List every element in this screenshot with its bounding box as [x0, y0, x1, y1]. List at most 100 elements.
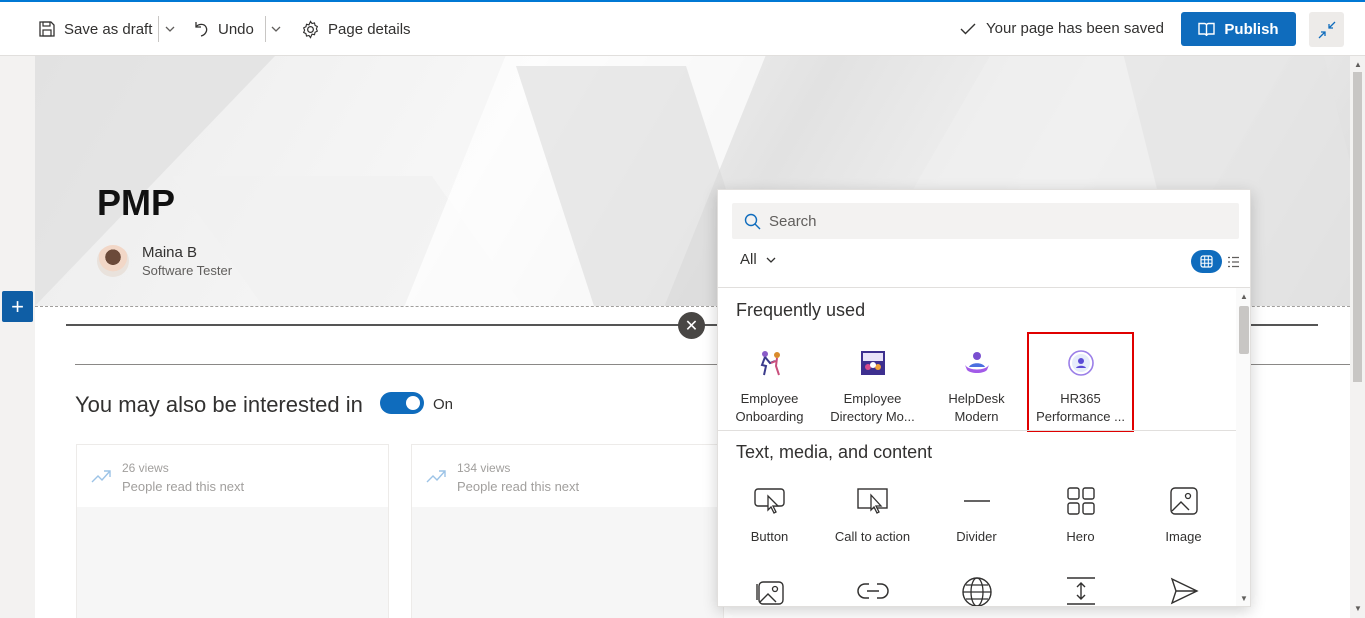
checkmark-icon — [960, 23, 976, 34]
frequently-used-heading: Frequently used — [736, 300, 866, 320]
scroll-down-arrow[interactable]: ▼ — [1354, 604, 1362, 613]
undo-options-chevron[interactable] — [269, 19, 283, 39]
category-filter-value: All — [740, 251, 757, 268]
separator — [158, 16, 159, 42]
add-section-button[interactable]: + — [2, 291, 33, 322]
card-caption: People read this next — [122, 479, 245, 494]
scroll-up-arrow[interactable]: ▲ — [1354, 60, 1362, 69]
webpart-employee-directory[interactable]: Employee Directory Mo... — [821, 340, 924, 426]
webpart-spacer[interactable] — [1029, 576, 1132, 606]
image-icon — [1169, 487, 1198, 515]
globe-icon — [961, 577, 992, 606]
save-as-draft-label: Save as draft — [64, 20, 153, 38]
webpart-divider[interactable]: Divider — [925, 478, 1028, 546]
card-caption: People read this next — [457, 479, 580, 494]
publish-button[interactable]: Publish — [1181, 12, 1296, 46]
toolbox-scrollbar[interactable]: ▲ ▼ — [1236, 288, 1250, 606]
toggle-knob — [406, 396, 420, 410]
section-divider — [718, 430, 1236, 431]
image-gallery-icon — [755, 581, 784, 605]
separator — [265, 16, 266, 42]
command-bar: Save as draft Undo Page details Your pag… — [0, 0, 1365, 56]
list-icon — [1227, 256, 1239, 267]
grid-icon — [1200, 255, 1213, 268]
scroll-thumb[interactable] — [1353, 72, 1362, 382]
close-toolbox-button[interactable]: ✕ — [678, 312, 705, 339]
webpart-label: Button — [750, 529, 789, 544]
save-status-text: Your page has been saved — [986, 20, 1164, 37]
view-toggle — [1191, 250, 1242, 273]
webpart-label: HR365 Performance ... — [1036, 391, 1125, 424]
chevron-down-icon — [766, 257, 776, 263]
employee-onboarding-icon — [760, 351, 780, 376]
webpart-button[interactable]: Button — [718, 478, 821, 546]
undo-label: Undo — [218, 20, 254, 38]
employee-directory-icon — [860, 351, 885, 375]
undo-icon — [195, 22, 208, 37]
author-name: Maina B — [142, 244, 198, 261]
page-scrollbar[interactable]: ▲ ▼ — [1350, 56, 1365, 618]
trending-icon — [91, 470, 111, 483]
related-card[interactable]: 26 views People read this next — [76, 444, 389, 618]
related-toggle-label: On — [433, 396, 454, 413]
hr365-performance-icon — [1067, 350, 1094, 376]
divider-icon — [963, 500, 990, 502]
card-views: 134 views — [457, 461, 511, 475]
card-preview — [77, 507, 388, 618]
webpart-hr365-performance[interactable]: HR365 Performance ... — [1027, 332, 1134, 432]
helpdesk-icon — [964, 352, 989, 373]
trending-icon — [426, 470, 446, 483]
book-open-icon — [1198, 22, 1216, 36]
webpart-stream[interactable] — [1132, 576, 1235, 606]
spacer-icon — [1066, 577, 1095, 605]
collapse-button[interactable] — [1309, 12, 1344, 47]
chevron-down-icon — [271, 26, 281, 32]
scroll-up-arrow[interactable]: ▲ — [1240, 292, 1248, 301]
search-input[interactable] — [769, 212, 1209, 230]
gear-icon — [302, 19, 319, 39]
list-view-button[interactable] — [1224, 250, 1242, 273]
link-icon — [856, 583, 889, 599]
webpart-label: Employee Onboarding — [735, 391, 804, 424]
webpart-label: HelpDesk Modern — [948, 391, 1005, 424]
collapse-icon — [1318, 21, 1335, 38]
related-toggle[interactable] — [380, 392, 424, 414]
webpart-toolbox: All Frequently used EmployeeOnboarding E… — [717, 189, 1251, 607]
author-byline: Maina B Software Tester — [97, 244, 232, 278]
toolbox-search[interactable] — [732, 203, 1239, 239]
webpart-call-to-action[interactable]: Call to action — [821, 478, 924, 546]
search-icon — [744, 213, 761, 229]
webpart-label: Divider — [956, 529, 997, 544]
scroll-down-arrow[interactable]: ▼ — [1240, 594, 1248, 603]
toolbox-content: Frequently used Employee Onboarding Emplo… — [718, 288, 1236, 606]
webpart-link[interactable] — [821, 576, 924, 606]
webpart-hero[interactable]: Hero — [1029, 478, 1132, 546]
scroll-thumb[interactable] — [1239, 306, 1249, 354]
save-status: Your page has been saved — [960, 20, 1164, 37]
chevron-down-icon — [165, 26, 175, 32]
publish-label: Publish — [1224, 20, 1279, 38]
avatar — [97, 245, 129, 277]
save-as-draft-button[interactable]: Save as draft — [38, 16, 152, 42]
related-section-title: You may also be interested in — [75, 392, 363, 417]
webpart-helpdesk-modern[interactable]: HelpDesk Modern — [925, 340, 1028, 426]
save-options-chevron[interactable] — [163, 19, 177, 39]
save-icon — [39, 21, 55, 37]
page-title[interactable]: PMP — [97, 182, 175, 224]
hero-icon — [1066, 487, 1095, 515]
card-preview — [412, 507, 723, 618]
webpart-image-gallery[interactable] — [718, 576, 821, 606]
webpart-label: Image — [1165, 529, 1202, 544]
undo-button[interactable]: Undo — [192, 16, 254, 42]
grid-view-button[interactable] — [1191, 250, 1222, 273]
webpart-employee-onboarding[interactable]: Employee Onboarding — [718, 340, 821, 426]
category-filter-dropdown[interactable]: All — [740, 251, 776, 268]
webpart-embed[interactable] — [925, 576, 1028, 606]
button-icon — [753, 488, 785, 514]
webpart-image[interactable]: Image — [1132, 478, 1235, 546]
related-card[interactable]: 134 views People read this next — [411, 444, 724, 618]
webpart-label: Call to action — [834, 529, 911, 544]
text-media-heading: Text, media, and content — [736, 442, 933, 462]
send-icon — [1170, 577, 1199, 605]
page-details-button[interactable]: Page details — [301, 16, 411, 42]
